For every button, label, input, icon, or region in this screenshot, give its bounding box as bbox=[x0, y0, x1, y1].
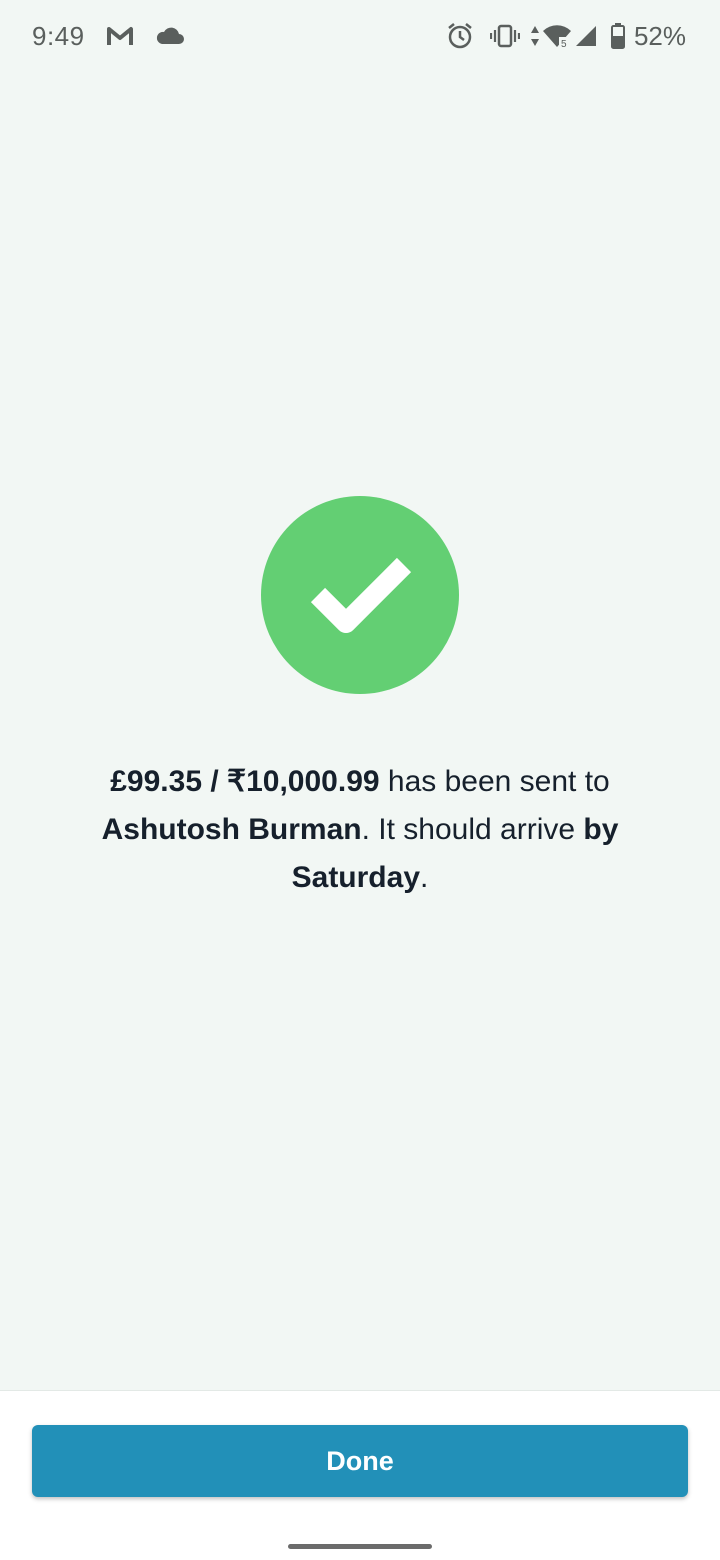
success-badge bbox=[261, 496, 459, 694]
battery-icon bbox=[610, 23, 625, 49]
signal-icon bbox=[575, 26, 596, 46]
svg-text:5: 5 bbox=[561, 39, 567, 48]
home-indicator[interactable] bbox=[288, 1544, 432, 1549]
battery-percent: 52% bbox=[633, 20, 686, 51]
status-bar: 9:49 5 52% bbox=[0, 0, 720, 72]
confirmation-screen: £99.35 / ₹10,000.99 has been sent to Ash… bbox=[0, 72, 720, 1390]
message-text-sent: has been sent to bbox=[379, 765, 610, 798]
bottom-action-panel: Done bbox=[0, 1390, 720, 1560]
data-arrows-icon bbox=[530, 26, 539, 46]
message-text-arrive: . It should arrive bbox=[361, 813, 584, 846]
gmail-icon bbox=[106, 27, 133, 45]
alarm-icon bbox=[448, 23, 472, 49]
wifi-icon: 5 bbox=[542, 25, 571, 48]
vibrate-icon bbox=[489, 24, 520, 48]
confirmation-message: £99.35 / ₹10,000.99 has been sent to Ash… bbox=[50, 758, 670, 902]
recipient-name: Ashutosh Burman bbox=[101, 813, 362, 846]
status-time: 9:49 bbox=[32, 20, 85, 51]
message-text-end: . bbox=[420, 861, 429, 894]
transfer-amount: £99.35 / ₹10,000.99 bbox=[110, 765, 380, 798]
done-button[interactable]: Done bbox=[32, 1425, 688, 1497]
check-icon bbox=[310, 557, 412, 633]
cloud-icon bbox=[156, 27, 184, 44]
